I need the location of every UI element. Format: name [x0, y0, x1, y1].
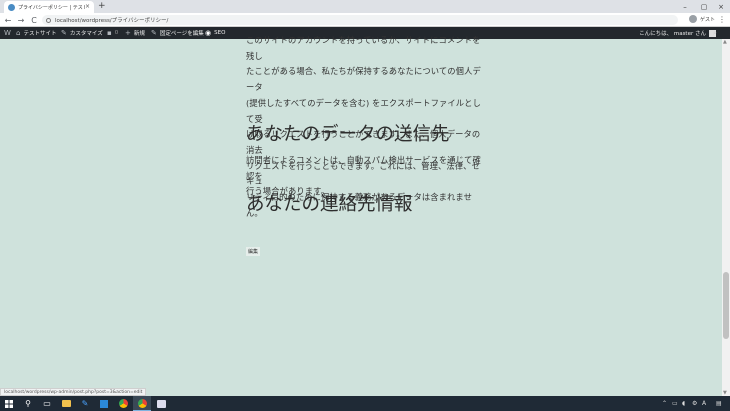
minimize-button[interactable]: – — [676, 0, 694, 13]
edit-page-link[interactable]: ✎ 固定ページを編集 — [151, 27, 204, 39]
reload-button[interactable]: C — [28, 14, 40, 26]
pencil-icon: ✎ — [151, 29, 157, 37]
paragraph-line: (提供したすべてのデータを含む) をエクスポートファイルとして受 — [246, 97, 481, 124]
comment-icon: ▪ — [107, 29, 112, 37]
site-name-link[interactable]: ⌂ テストサイト — [16, 27, 56, 39]
search-icon[interactable]: ⚲ — [19, 396, 37, 411]
admin-search-icon[interactable]: ⌕ — [713, 27, 717, 39]
heading-contact-info: あなたの連絡先情報 — [246, 194, 413, 215]
tray-chevron-up-icon[interactable]: ⌃ — [662, 396, 667, 411]
wp-logo-button[interactable]: W — [4, 27, 14, 39]
greeting-text: こんにちは、 master さん — [639, 31, 706, 37]
app-window-icon[interactable] — [152, 396, 170, 411]
heading-data-destination: あなたのデータの送信先 — [246, 124, 450, 145]
paragraph-line: このサイトのアカウントを持っているか、サイトにコメントを残し — [246, 35, 481, 61]
chrome-icon[interactable] — [114, 396, 132, 411]
file-explorer-icon[interactable] — [57, 396, 75, 411]
browser-toolbar: ← → C localhost/wordpress/プライバシーポリシー/ ゲス… — [0, 13, 730, 27]
home-icon: ⌂ — [16, 29, 21, 37]
forward-button[interactable]: → — [15, 14, 27, 26]
site-name-label: テストサイト — [23, 31, 57, 37]
scroll-up-icon[interactable]: ▲ — [723, 39, 727, 45]
back-button[interactable]: ← — [2, 14, 14, 26]
seo-icon: ◉ — [205, 29, 212, 37]
browser-tab[interactable]: プライバシーポリシー | テストサイト × — [4, 1, 94, 13]
profile-name: ゲスト — [700, 16, 716, 23]
paragraph-line: 訪問者によるコメントは、自動スパム検出サービスを通じて確認を — [246, 155, 481, 181]
pen-app-icon[interactable]: ✎ — [76, 396, 94, 411]
status-url-preview: localhost/wordpress/wp-admin/post.php?po… — [0, 388, 147, 396]
edit-page-label: 固定ページを編集 — [159, 31, 204, 37]
tray-battery-icon[interactable]: ⚙ — [692, 396, 697, 411]
windows-taskbar: ⚲ ▭ ✎ ⌃ ▭ ◖ ⚙ A ▤ — [0, 396, 730, 411]
plus-icon: + — [125, 29, 131, 37]
tab-close-icon[interactable]: × — [85, 4, 90, 10]
close-window-button[interactable]: × — [712, 0, 730, 13]
browser-menu-icon[interactable]: ⋮ — [718, 15, 726, 25]
wordpress-logo-icon: W — [4, 29, 11, 37]
paragraph-line: たことがある場合、私たちが保持するあなたについての個人データ — [246, 66, 481, 93]
edit-link[interactable]: 編集 — [246, 247, 261, 256]
new-tab-button[interactable]: + — [98, 1, 106, 12]
task-view-icon[interactable]: ▭ — [38, 396, 56, 411]
comments-link[interactable]: ▪ 0 — [107, 27, 118, 39]
site-info-icon[interactable] — [46, 17, 51, 23]
customize-link[interactable]: ✎ カスタマイズ — [61, 27, 103, 39]
url-text: localhost/wordpress/プライバシーポリシー/ — [55, 18, 169, 24]
tab-title: プライバシーポリシー | テストサイト — [18, 4, 85, 11]
chrome-active-icon[interactable] — [133, 396, 151, 411]
my-account-link[interactable]: こんにちは、 master さん — [639, 27, 716, 39]
windows-logo-icon — [5, 399, 13, 408]
tray-volume-icon[interactable]: ◖ — [682, 396, 685, 411]
tray-language-icon[interactable]: A — [702, 396, 706, 411]
start-button[interactable] — [0, 396, 18, 411]
store-icon[interactable] — [95, 396, 113, 411]
page-scrollbar[interactable]: ▲ ▼ — [722, 39, 730, 396]
address-bar[interactable]: localhost/wordpress/プライバシーポリシー/ — [42, 15, 678, 25]
wordpress-favicon-icon — [8, 3, 15, 11]
maximize-button[interactable]: ▢ — [695, 0, 713, 13]
profile-avatar-icon — [689, 15, 697, 23]
seo-label: SEO — [214, 30, 226, 36]
profile-button[interactable]: ゲスト — [689, 15, 715, 23]
seo-link[interactable]: ◉ SEO — [205, 27, 225, 39]
new-content-link[interactable]: + 新規 — [125, 27, 145, 39]
tray-network-icon[interactable]: ▭ — [672, 396, 678, 411]
comments-count: 0 — [114, 30, 119, 36]
new-label: 新規 — [133, 31, 145, 37]
brush-icon: ✎ — [61, 29, 67, 37]
notification-icon[interactable]: ▤ — [716, 396, 722, 411]
scrollbar-thumb[interactable] — [723, 272, 729, 339]
customize-label: カスタマイズ — [69, 31, 103, 37]
browser-tab-strip: プライバシーポリシー | テストサイト × + – ▢ × — [0, 0, 730, 13]
